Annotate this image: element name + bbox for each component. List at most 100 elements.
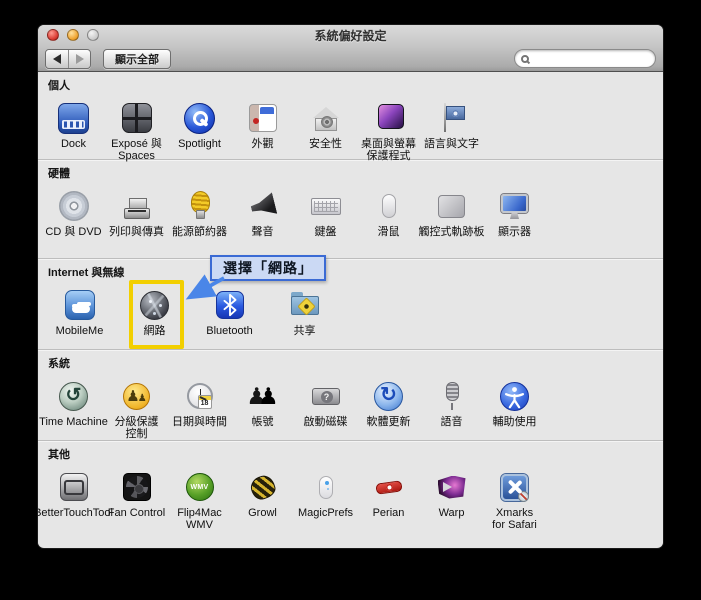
section-header: 硬體 (48, 168, 70, 180)
sound-icon (248, 192, 277, 219)
pref-item-mouse[interactable]: 滑鼠 (357, 189, 420, 238)
window-title: 系統偏好設定 (314, 28, 387, 43)
pref-item-appearance[interactable]: 外觀 (231, 101, 294, 162)
pref-item-accounts[interactable]: 帳號 (231, 379, 294, 440)
pref-item-displays[interactable]: 顯示器 (483, 189, 546, 238)
pref-item-language-text[interactable]: 語言與文字 (420, 101, 483, 162)
pref-label: 滑鼠 (377, 226, 400, 238)
pref-item-universal-access[interactable]: 輔助使用 (483, 379, 546, 440)
titlebar[interactable]: 系統偏好設定 (38, 25, 663, 45)
pref-item-sound[interactable]: 聲音 (231, 189, 294, 238)
sharing-icon (288, 288, 322, 322)
pref-label: Flip4Mac WMV (177, 507, 222, 531)
pref-label: Warp (438, 507, 465, 519)
compass-badge-icon (518, 490, 529, 502)
pref-label: MagicPrefs (297, 507, 354, 519)
show-all-button[interactable]: 顯示全部 (103, 48, 171, 69)
pref-label: 語音 (440, 416, 463, 428)
pref-item-cd-dvd[interactable]: CD 與 DVD (42, 189, 105, 238)
flip4mac-icon: WMV (185, 473, 214, 501)
toolbar: 顯示全部 (38, 45, 663, 72)
forward-icon (75, 53, 84, 64)
search-icon (521, 54, 529, 63)
perian-icon (374, 479, 403, 495)
pref-item-security[interactable]: 安全性 (294, 101, 357, 162)
time-machine-icon (59, 381, 88, 411)
language-text-icon (435, 101, 469, 135)
pref-item-fan-control[interactable]: Fan Control (105, 470, 168, 531)
pref-label: 啟動磁碟 (303, 416, 348, 428)
traffic-lights (47, 29, 99, 41)
pref-label: 能源節約器 (172, 226, 227, 238)
displays-icon (501, 194, 528, 213)
section-hardware: 硬體 CD 與 DVD 列印與傳真 能源節約器 聲音 鍵盤 滑鼠 觸控式軌跡板 … (38, 160, 663, 259)
pref-item-magicprefs[interactable]: MagicPrefs (294, 470, 357, 531)
back-button[interactable] (46, 49, 68, 68)
pref-item-speech[interactable]: 語音 (420, 379, 483, 440)
pref-item-expose-spaces[interactable]: Exposé 與 Spaces (105, 101, 168, 162)
pref-item-parental-controls[interactable]: 分級保護 控制 (105, 379, 168, 440)
pref-item-software-update[interactable]: 軟體更新 (357, 379, 420, 440)
pref-item-keyboard[interactable]: 鍵盤 (294, 189, 357, 238)
pref-label: 聲音 (251, 226, 274, 238)
pref-item-growl[interactable]: Growl (231, 470, 294, 531)
pref-label: 輔助使用 (492, 416, 537, 428)
growl-icon (248, 472, 277, 502)
pref-item-time-machine[interactable]: Time Machine (39, 379, 108, 440)
close-icon[interactable] (47, 29, 59, 41)
pref-item-perian[interactable]: Perian (357, 470, 420, 531)
search-field[interactable] (514, 49, 656, 68)
forward-button[interactable] (68, 49, 90, 68)
speech-icon (435, 379, 469, 413)
pref-label: MobileMe (55, 325, 104, 337)
pref-label: 帳號 (251, 416, 274, 428)
expose-spaces-icon (121, 103, 152, 133)
calendar-badge: 18 (197, 395, 212, 409)
section-system: 系統 Time Machine 分級保護 控制 18 日期與時間 帳號 (38, 350, 663, 441)
pref-label: 軟體更新 (366, 416, 411, 428)
pref-label: 分級保護 控制 (114, 416, 159, 440)
pref-item-startup-disk[interactable]: 啟動磁碟 (294, 379, 357, 440)
dock-icon (58, 102, 89, 134)
pref-item-mobileme[interactable]: MobileMe (42, 288, 117, 337)
pref-item-flip4mac[interactable]: WMV Flip4Mac WMV (168, 470, 231, 531)
pref-label: 列印與傳真 (109, 226, 164, 238)
pref-item-desktop-screensaver[interactable]: 桌面與螢幕 保護程式 (357, 101, 420, 162)
universal-access-icon (500, 381, 529, 411)
pref-item-bettertouchtool[interactable]: BetterTouchTool (38, 470, 113, 531)
pref-item-date-time[interactable]: 18 日期與時間 (168, 379, 231, 440)
pref-item-warp[interactable]: Warp (420, 470, 483, 531)
pref-item-dock[interactable]: Dock (42, 101, 105, 162)
pref-label: 顯示器 (498, 226, 531, 238)
pref-item-trackpad[interactable]: 觸控式軌跡板 (418, 189, 485, 238)
pref-label: Bluetooth (206, 325, 253, 337)
back-icon (53, 53, 61, 64)
pref-label: 桌面與螢幕 保護程式 (361, 138, 416, 162)
pref-label: 共享 (293, 325, 316, 337)
pref-item-energy-saver[interactable]: 能源節約器 (168, 189, 231, 238)
window-chrome: 系統偏好設定 顯示全部 (38, 25, 663, 72)
pref-item-print-fax[interactable]: 列印與傳真 (105, 189, 168, 238)
magicprefs-icon (318, 475, 333, 499)
spotlight-icon (184, 102, 215, 134)
pref-label: CD 與 DVD (45, 226, 102, 238)
fan-control-icon (122, 473, 151, 501)
security-icon (312, 107, 339, 131)
search-input[interactable] (533, 51, 651, 66)
parental-controls-icon (123, 382, 150, 410)
pref-item-spotlight[interactable]: Spotlight (168, 101, 231, 162)
minimize-icon[interactable] (67, 29, 79, 41)
desktop-screensaver-icon (373, 104, 404, 136)
pref-label: Exposé 與 Spaces (111, 138, 162, 162)
startup-disk-icon (311, 387, 340, 405)
print-fax-icon (123, 197, 150, 219)
pref-item-sharing[interactable]: 共享 (267, 288, 342, 337)
pref-label: 觸控式軌跡板 (418, 226, 485, 238)
network-highlight-box (129, 280, 184, 349)
pref-item-xmarks[interactable]: Xmarks for Safari (483, 470, 546, 531)
section-header: 系統 (48, 358, 70, 370)
cd-dvd-icon (58, 191, 89, 221)
annotation-arrow-icon (185, 274, 225, 300)
pref-label: 外觀 (251, 138, 274, 150)
pref-label: Perian (372, 507, 405, 519)
